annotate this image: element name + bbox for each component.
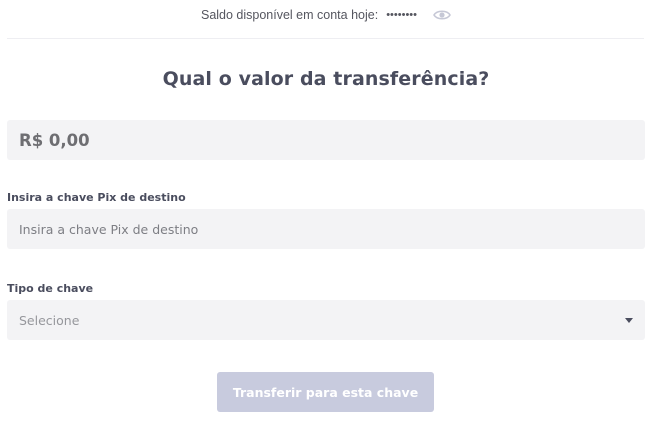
balance-bar: Saldo disponível em conta hoje: •••••••• xyxy=(0,0,652,30)
toggle-balance-visibility-button[interactable] xyxy=(433,9,451,21)
page-title: Qual o valor da transferência? xyxy=(162,68,490,90)
header-divider xyxy=(7,38,644,39)
caret-down-icon xyxy=(625,317,633,323)
key-type-select[interactable]: Selecione xyxy=(7,300,645,340)
key-type-selected-value[interactable]: Selecione xyxy=(19,313,625,328)
pix-key-field[interactable] xyxy=(7,209,645,249)
pix-key-label: Insira a chave Pix de destino xyxy=(7,191,186,204)
amount-field[interactable]: R$ 0,00 xyxy=(7,120,645,160)
eye-icon xyxy=(433,10,451,20)
pix-transfer-page: Saldo disponível em conta hoje: ••••••••… xyxy=(0,0,652,422)
balance-label: Saldo disponível em conta hoje: xyxy=(200,8,379,22)
pix-key-input[interactable] xyxy=(19,221,633,237)
transfer-button[interactable]: Transferir para esta chave xyxy=(217,372,434,412)
key-type-label: Tipo de chave xyxy=(7,282,94,295)
balance-masked-value: •••••••• xyxy=(386,9,417,21)
amount-value[interactable]: R$ 0,00 xyxy=(19,131,90,150)
